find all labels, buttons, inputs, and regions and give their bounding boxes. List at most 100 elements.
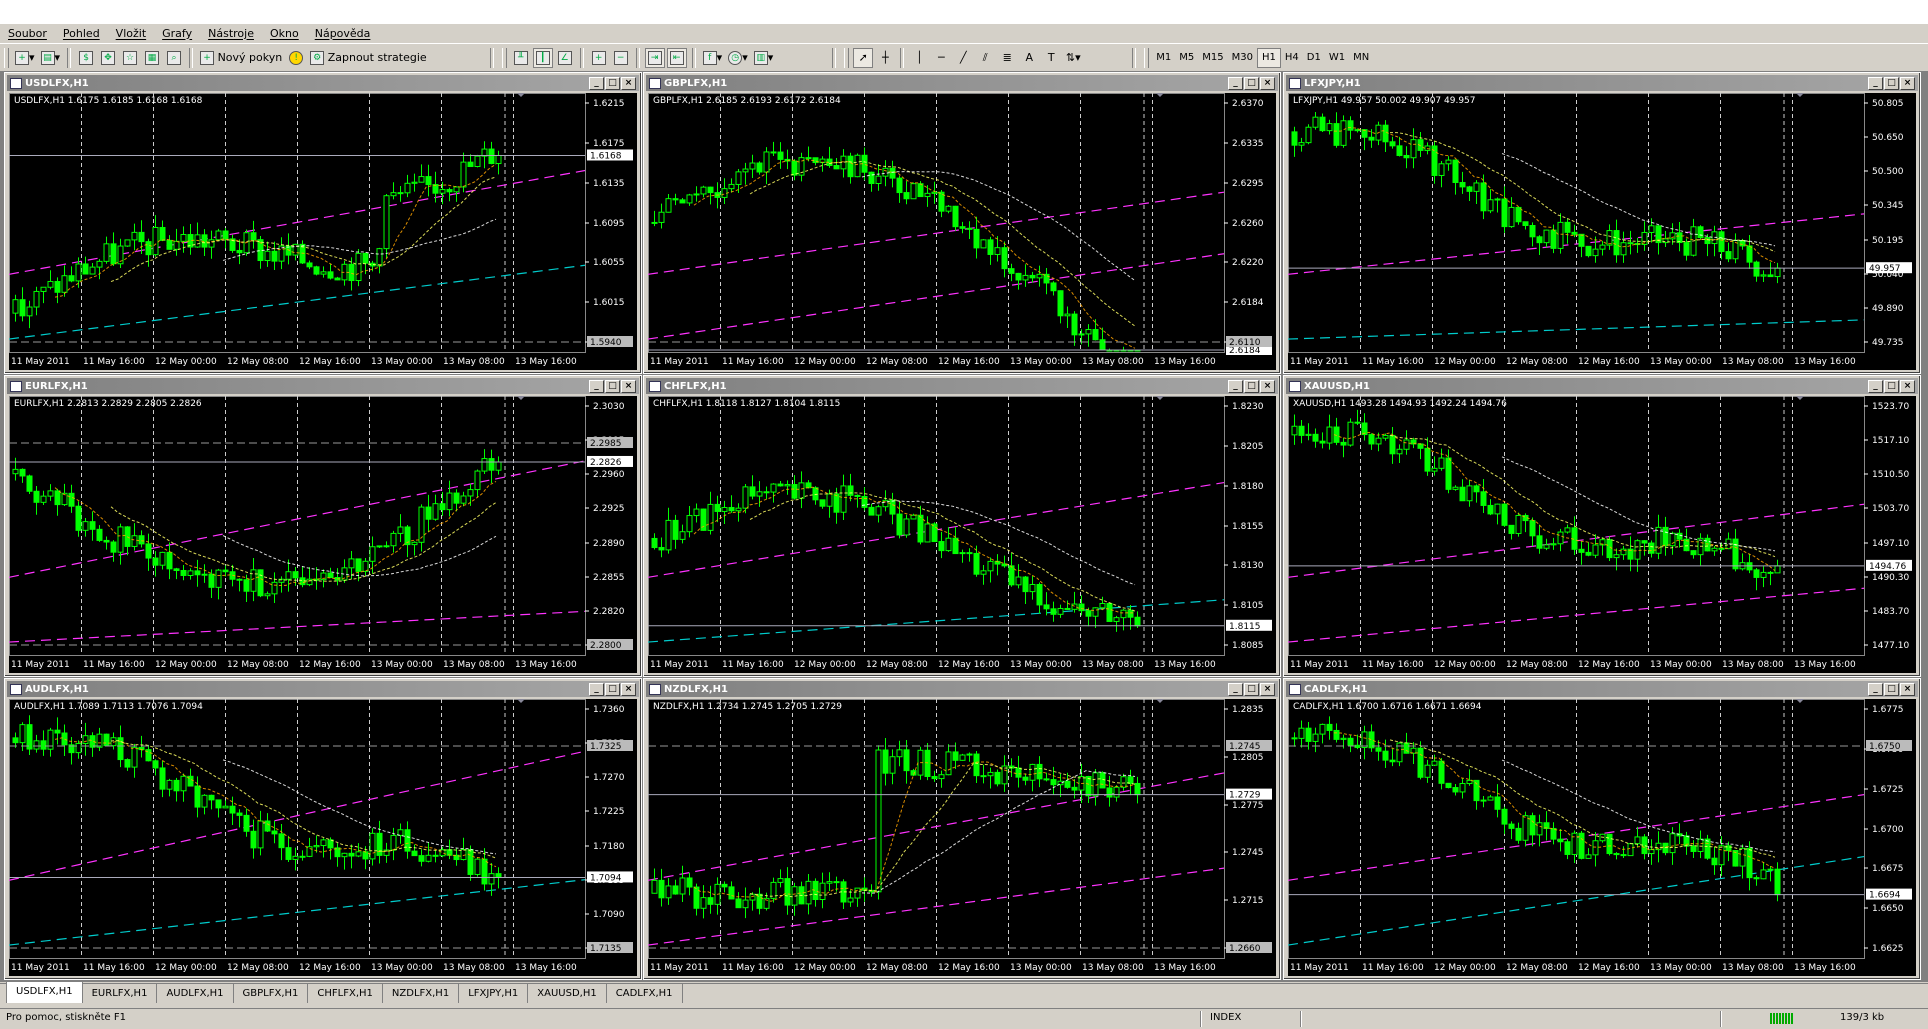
templates-button[interactable]: ▥ ▾ xyxy=(752,48,776,68)
chart-window-titlebar[interactable]: XAUUSD,H1 _ □ × xyxy=(1286,378,1918,394)
toolbar-grip[interactable] xyxy=(844,47,850,68)
connection-indicator-icon[interactable] xyxy=(1770,1013,1794,1024)
menu-item-3[interactable]: Grafy xyxy=(154,27,200,40)
strategies-button[interactable]: ⚙ Zapnout strategie xyxy=(308,48,428,68)
chart-window-titlebar[interactable]: GBPLFX,H1 _ □ × xyxy=(646,75,1278,91)
trendline-tool[interactable]: ╱ xyxy=(953,48,973,68)
chart-window-titlebar[interactable]: EURLFX,H1 _ □ × xyxy=(7,378,639,394)
chart-window[interactable]: USDLFX,H1 _ □ × 1.6215 1.6175 1.6135 1.6095 1.60… xyxy=(4,72,642,374)
minimize-icon[interactable]: _ xyxy=(1228,683,1243,696)
chart-window-titlebar[interactable]: NZDLFX,H1 _ □ × xyxy=(646,681,1278,697)
periods-button[interactable]: ◷ ▾ xyxy=(726,48,750,68)
menu-item-2[interactable]: Vložit xyxy=(108,27,154,40)
toolbar-grip[interactable] xyxy=(1144,47,1150,68)
price-chart[interactable]: 2.30302.29952.29602.29252.28902.28552.28… xyxy=(9,396,637,673)
maximize-icon[interactable]: □ xyxy=(1244,77,1259,90)
chart-tab[interactable]: CADLFX,H1 xyxy=(607,984,683,1003)
price-chart[interactable]: 50.805 50.650 50.500 50.345 50.195 50.040 49.8… xyxy=(1288,93,1916,370)
line-chart-button[interactable]: ∠ xyxy=(555,48,575,68)
price-chart[interactable]: 1.73601.73151.72701.72251.71801.71351.70… xyxy=(9,699,637,976)
minimize-icon[interactable]: _ xyxy=(1868,380,1883,393)
chart-window-titlebar[interactable]: USDLFX,H1 _ □ × xyxy=(7,75,639,91)
price-chart[interactable]: 1.6215 1.6175 1.6135 1.6095 1.6055 1.6015 1.59… xyxy=(9,93,637,370)
maximize-icon[interactable]: □ xyxy=(1884,77,1899,90)
price-chart[interactable]: 1523.70 1517.10 1510.50 1503.70 1497.10 1490.… xyxy=(1288,396,1916,673)
new-chart-button[interactable]: + ▾ xyxy=(13,48,37,68)
zoom-out-button[interactable]: − xyxy=(611,48,631,68)
timeframe-w1-button[interactable]: W1 xyxy=(1325,49,1349,67)
vertical-line-tool[interactable]: │ xyxy=(909,48,929,68)
menu-item-6[interactable]: Nápověda xyxy=(307,27,379,40)
close-icon[interactable]: × xyxy=(1900,380,1915,393)
price-chart[interactable]: 1.28351.28051.27751.27451.27151.268511 M… xyxy=(648,699,1276,976)
chart-window-titlebar[interactable]: AUDLFX,H1 _ □ × xyxy=(7,681,639,697)
navigator-button[interactable]: ✥ xyxy=(98,48,118,68)
timeframe-h4-button[interactable]: H4 xyxy=(1281,49,1303,67)
zoom-in-button[interactable]: + xyxy=(589,48,609,68)
minimize-icon[interactable]: _ xyxy=(589,77,604,90)
channel-tool[interactable]: ⫽ xyxy=(975,48,995,68)
chart-tab[interactable]: AUDLFX,H1 xyxy=(157,984,234,1003)
crosshair-tool[interactable]: ┼ xyxy=(875,48,895,68)
toolbar-grip[interactable] xyxy=(501,47,507,68)
minimize-icon[interactable]: _ xyxy=(589,683,604,696)
close-icon[interactable]: × xyxy=(1900,77,1915,90)
bar-chart-button[interactable]: ╨ xyxy=(511,48,531,68)
chart-tab[interactable]: XAUUSD,H1 xyxy=(528,984,607,1003)
chart-tab[interactable]: USDLFX,H1 xyxy=(6,981,83,1003)
menu-item-4[interactable]: Nástroje xyxy=(200,27,262,40)
maximize-icon[interactable]: □ xyxy=(1244,683,1259,696)
timeframe-m1-button[interactable]: M1 xyxy=(1152,49,1175,67)
price-chart[interactable]: 2.6370 2.6335 2.6295 2.6260 2.6220 2.6184 2.61… xyxy=(648,93,1276,370)
price-chart[interactable]: 1.6775 1.6750 1.6725 1.6700 1.6675 1.6650 1.66… xyxy=(1288,699,1916,976)
indicators-button[interactable]: f ▾ xyxy=(701,48,725,68)
timeframe-m15-button[interactable]: M15 xyxy=(1198,49,1227,67)
label-tool[interactable]: T xyxy=(1041,48,1061,68)
metaeditor-button[interactable]: ! xyxy=(286,48,306,68)
timeframe-mn-button[interactable]: MN xyxy=(1349,49,1373,67)
menu-item-5[interactable]: Okno xyxy=(262,27,307,40)
close-icon[interactable]: × xyxy=(621,683,636,696)
chart-window[interactable]: EURLFX,H1_□× 2.30302.29952.29602.29252.28… xyxy=(4,375,642,677)
close-icon[interactable]: × xyxy=(1260,380,1275,393)
text-tool[interactable]: A xyxy=(1019,48,1039,68)
timeframe-m5-button[interactable]: M5 xyxy=(1175,49,1198,67)
chart-window-titlebar[interactable]: CADLFX,H1 _ □ × xyxy=(1286,681,1918,697)
maximize-icon[interactable]: □ xyxy=(1244,380,1259,393)
minimize-icon[interactable]: _ xyxy=(1228,77,1243,90)
maximize-icon[interactable]: □ xyxy=(605,683,620,696)
minimize-icon[interactable]: _ xyxy=(1228,380,1243,393)
chart-window[interactable]: LFXJPY,H1 _ □ × 50.805 50.650 50.500 50.345 50.1… xyxy=(1283,72,1921,374)
close-icon[interactable]: × xyxy=(621,77,636,90)
chart-window[interactable]: CADLFX,H1 _□× 1.6775 1.6750 1.6725 1.6700 1.66… xyxy=(1283,678,1921,980)
chart-tab[interactable]: EURLFX,H1 xyxy=(83,984,158,1003)
horizontal-line-tool[interactable]: ─ xyxy=(931,48,951,68)
maximize-icon[interactable]: □ xyxy=(605,380,620,393)
maximize-icon[interactable]: □ xyxy=(1884,380,1899,393)
close-icon[interactable]: × xyxy=(1900,683,1915,696)
auto-scroll-button[interactable]: ⇥ xyxy=(644,47,665,68)
chart-window[interactable]: NZDLFX,H1 _ □ × 1.2835 1.2805 1.2775 1.2745 1.27… xyxy=(643,678,1281,980)
chart-window[interactable]: GBPLFX,H1 _ □ × 2.6370 2.6335 2.6295 2.6260 2.62… xyxy=(643,72,1281,374)
chart-window-titlebar[interactable]: CHFLFX,H1 _ □ × xyxy=(646,378,1278,394)
profiles-button[interactable]: ▤ ▾ xyxy=(39,48,63,68)
chart-tab[interactable]: GBPLFX,H1 xyxy=(234,984,309,1003)
minimize-icon[interactable]: _ xyxy=(1868,683,1883,696)
timeframe-h1-button[interactable]: H1 xyxy=(1256,47,1281,68)
close-icon[interactable]: × xyxy=(621,380,636,393)
menu-item-1[interactable]: Pohled xyxy=(55,27,108,40)
chart-window-titlebar[interactable]: LFXJPY,H1 _ □ × xyxy=(1286,75,1918,91)
arrows-tool[interactable]: ⇅ ▾ xyxy=(1063,48,1083,68)
menu-item-0[interactable]: Soubor xyxy=(0,27,55,40)
chart-window[interactable]: XAUUSD,H1 _ □ × 1523.70 1517.10 1510.50 1503.70… xyxy=(1283,375,1921,677)
data-window-button[interactable]: ☆ xyxy=(120,48,140,68)
close-icon[interactable]: × xyxy=(1260,77,1275,90)
minimize-icon[interactable]: _ xyxy=(589,380,604,393)
timeframe-d1-button[interactable]: D1 xyxy=(1303,49,1325,67)
chart-tab[interactable]: CHFLFX,H1 xyxy=(308,984,383,1003)
toolbar-grip[interactable] xyxy=(4,47,9,68)
timeframe-m30-button[interactable]: M30 xyxy=(1228,49,1257,67)
minimize-icon[interactable]: _ xyxy=(1868,77,1883,90)
chart-tab[interactable]: NZDLFX,H1 xyxy=(383,984,460,1003)
fibonacci-tool[interactable]: ≣ xyxy=(997,48,1017,68)
